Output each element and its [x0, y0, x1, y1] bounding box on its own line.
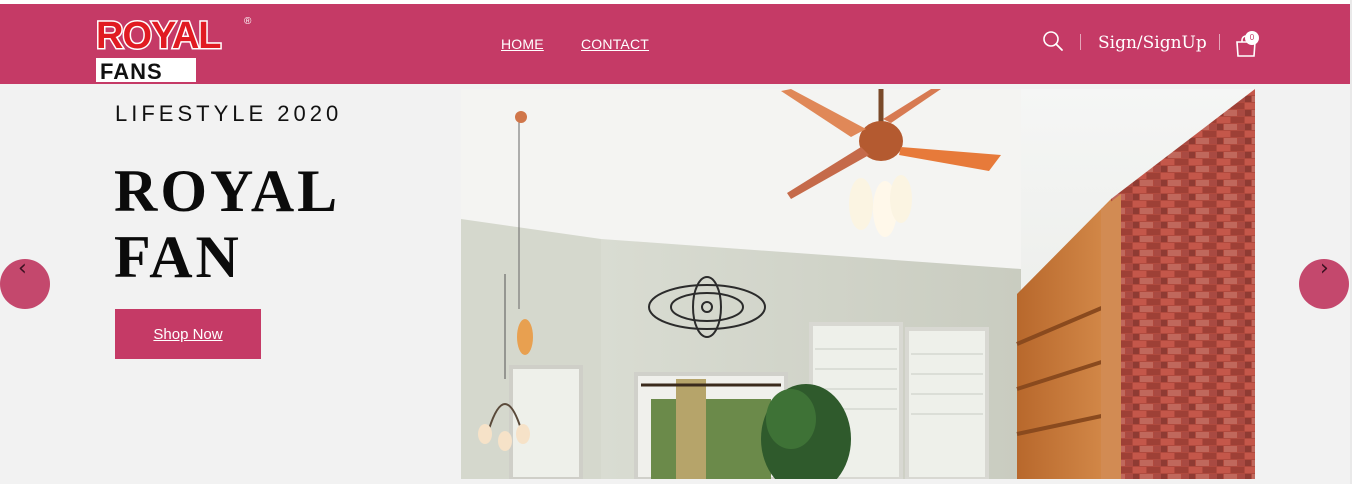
carousel-prev-button[interactable]: ‹	[0, 256, 50, 309]
hero-title: ROYAL FAN	[114, 158, 340, 290]
cart-count-badge: 0	[1245, 31, 1259, 45]
chevron-left-icon: ‹	[18, 256, 27, 281]
hero-title-line1: ROYAL	[114, 158, 341, 224]
header-divider	[1219, 34, 1220, 50]
hero-title-line2: FAN	[114, 224, 242, 290]
logo-top-text: ROYAL	[96, 15, 221, 57]
site-header: ROYAL ® FANS HOME CONTACT Sign/SignUp	[0, 4, 1350, 84]
carousel-next-button[interactable]: ›	[1299, 256, 1349, 309]
nav-home-link[interactable]: HOME	[501, 36, 544, 52]
sign-in-link[interactable]: Sign/SignUp	[1098, 33, 1207, 53]
header-divider	[1080, 34, 1081, 50]
bottom-strip	[0, 484, 1352, 496]
logo-bottom-text: FANS	[100, 59, 163, 84]
chevron-right-icon: ›	[1320, 256, 1329, 281]
search-icon[interactable]	[1042, 30, 1064, 52]
royal-fans-logo[interactable]: ROYAL ® FANS	[94, 10, 256, 85]
hero-room-photo	[461, 89, 1255, 479]
logo-registered: ®	[244, 16, 252, 27]
nav-contact-link[interactable]: CONTACT	[581, 36, 649, 52]
hero-eyebrow: LIFESTYLE 2020	[115, 101, 343, 126]
shop-now-button[interactable]: Shop Now	[115, 309, 261, 359]
